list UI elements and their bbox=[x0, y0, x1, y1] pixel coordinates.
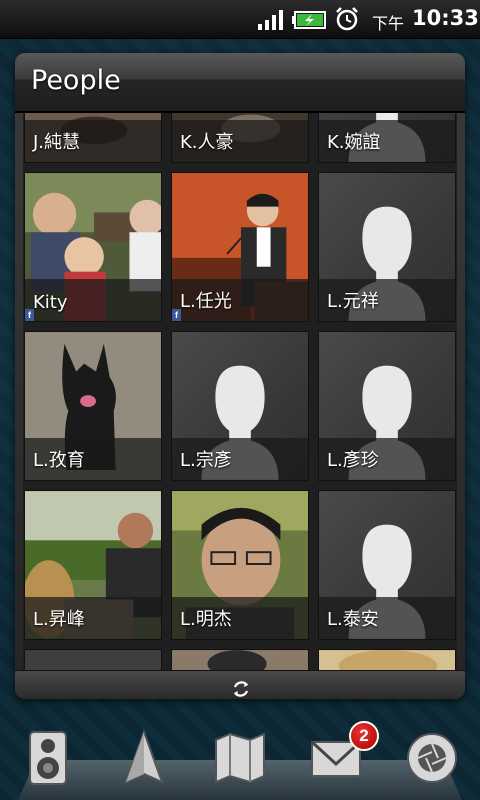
contact-tile[interactable]: L.孜育 bbox=[24, 331, 162, 481]
facebook-icon: f bbox=[25, 309, 34, 321]
contact-tile[interactable]: L.元祥 bbox=[318, 172, 456, 322]
contact-name: L.明杰 bbox=[180, 609, 232, 630]
contact-name: K.人豪 bbox=[180, 132, 234, 153]
contact-name: K.婉誼 bbox=[327, 132, 381, 153]
ampm-indicator: 下午 bbox=[372, 14, 405, 33]
contact-photo bbox=[319, 650, 455, 671]
contact-name: L.彥珍 bbox=[327, 450, 379, 471]
battery-charging-icon bbox=[292, 11, 326, 29]
contact-name: L.宗彥 bbox=[180, 450, 232, 471]
contact-photo bbox=[172, 650, 308, 671]
contact-name: L.孜育 bbox=[33, 450, 85, 471]
status-bar: 下午 10:33 bbox=[0, 0, 480, 39]
clock-time: 10:33 bbox=[412, 6, 479, 30]
navigation-arrow-icon[interactable] bbox=[114, 728, 174, 788]
contact-tile[interactable]: L.明杰 bbox=[171, 490, 309, 640]
contact-name: Kity bbox=[33, 292, 68, 313]
contact-tile[interactable]: Kity f bbox=[24, 172, 162, 322]
contact-tile[interactable] bbox=[24, 649, 162, 671]
contact-tile[interactable]: K.婉誼 bbox=[318, 113, 456, 163]
map-icon[interactable] bbox=[210, 728, 270, 788]
contact-tile[interactable] bbox=[171, 649, 309, 671]
widget-title[interactable]: People bbox=[31, 65, 121, 96]
contact-tile[interactable]: L.泰安 bbox=[318, 490, 456, 640]
contact-name: L.泰安 bbox=[327, 609, 379, 630]
contact-tile[interactable]: L.彥珍 bbox=[318, 331, 456, 481]
signal-icon bbox=[258, 10, 283, 30]
widget-footer bbox=[15, 670, 465, 699]
contact-name: L.昇峰 bbox=[33, 609, 85, 630]
widget-header: People bbox=[15, 53, 465, 113]
people-widget: People J.純慧 K.人豪 K.婉誼 Kity f L.任光 f L.元祥… bbox=[15, 53, 465, 699]
contact-name: J.純慧 bbox=[33, 132, 81, 153]
speaker-icon[interactable] bbox=[18, 728, 78, 788]
unread-count-badge: 2 bbox=[349, 721, 379, 751]
facebook-icon: f bbox=[172, 309, 181, 321]
refresh-icon[interactable] bbox=[229, 677, 253, 701]
dock bbox=[0, 722, 480, 800]
contacts-grid[interactable]: J.純慧 K.人豪 K.婉誼 Kity f L.任光 f L.元祥 L.孜育 L… bbox=[23, 113, 457, 671]
contact-tile[interactable]: L.任光 f bbox=[171, 172, 309, 322]
contact-tile[interactable] bbox=[318, 649, 456, 671]
camera-aperture-icon[interactable] bbox=[402, 728, 462, 788]
contact-tile[interactable]: J.純慧 bbox=[24, 113, 162, 163]
contact-name: L.任光 bbox=[180, 291, 232, 312]
contact-photo bbox=[25, 650, 161, 671]
contact-name: L.元祥 bbox=[327, 291, 379, 312]
contact-tile[interactable]: L.昇峰 bbox=[24, 490, 162, 640]
contact-tile[interactable]: K.人豪 bbox=[171, 113, 309, 163]
alarm-clock-icon bbox=[336, 7, 358, 31]
contact-tile[interactable]: L.宗彥 bbox=[171, 331, 309, 481]
